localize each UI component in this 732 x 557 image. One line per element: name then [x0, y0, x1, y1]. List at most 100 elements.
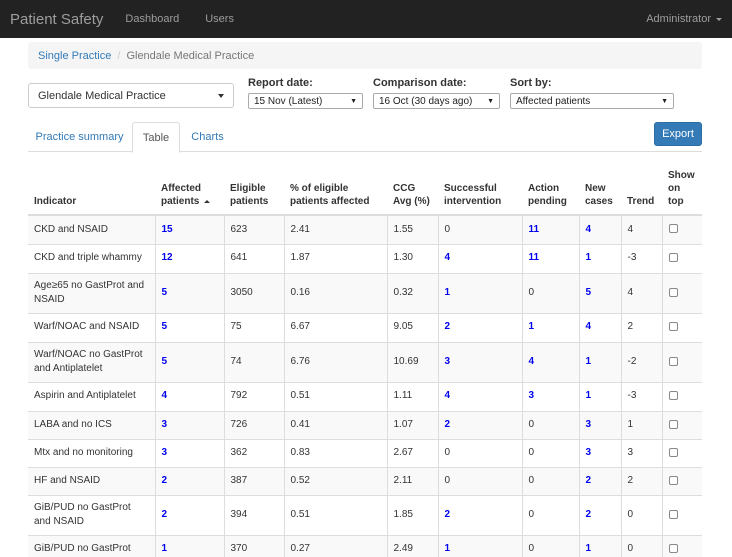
affected-patients-link[interactable]: 2	[162, 509, 168, 520]
new-cases-link[interactable]: 1	[586, 543, 592, 554]
action-pending-cell: 0	[521, 534, 579, 557]
successful-intervention-link[interactable]: 2	[445, 509, 451, 520]
indicator-cell: LABA and no ICS	[28, 410, 155, 439]
tab-practice-summary[interactable]: Practice summary	[28, 122, 131, 152]
report-date-select[interactable]: 15 Nov (Latest) ▼	[248, 93, 363, 109]
show-on-top-cell	[661, 312, 702, 342]
breadcrumb-separator: /	[117, 49, 121, 62]
trend-cell: 4	[620, 272, 662, 313]
header-ccg-avg[interactable]: CCG Avg (%)	[387, 160, 438, 216]
table-row: CKD and triple whammy 12 641 1.87 1.30 4 11 1 -3	[28, 243, 702, 273]
new-cases-link[interactable]: 1	[586, 356, 592, 367]
show-on-top-checkbox[interactable]	[668, 287, 678, 297]
table-row: Aspirin and Antiplatelet 4 792 0.51 1.11 4 3 1 -…	[28, 381, 702, 411]
indicator-cell: HF and NSAID	[28, 466, 155, 495]
show-on-top-checkbox[interactable]	[668, 543, 678, 553]
new-cases-link[interactable]: 4	[586, 224, 592, 235]
successful-intervention-link[interactable]: 1	[445, 287, 451, 298]
action-pending-cell: 0	[521, 494, 579, 535]
successful-intervention-link[interactable]: 1	[445, 543, 451, 554]
successful-intervention-link[interactable]: 4	[445, 390, 451, 401]
affected-patients-link[interactable]: 12	[162, 252, 173, 263]
report-date-label: Report date:	[248, 77, 313, 89]
header-eligible-patients[interactable]: Eligible patients	[224, 160, 284, 216]
show-on-top-checkbox[interactable]	[668, 322, 678, 332]
show-on-top-checkbox[interactable]	[668, 356, 678, 366]
action-pending-link[interactable]: 11	[529, 252, 540, 263]
new-cases-link[interactable]: 1	[586, 252, 592, 263]
affected-patients-link[interactable]: 15	[162, 224, 173, 235]
affected-patients-link[interactable]: 4	[162, 390, 168, 401]
show-on-top-checkbox[interactable]	[668, 509, 678, 519]
show-on-top-checkbox[interactable]	[668, 447, 678, 457]
comparison-date-label: Comparison date:	[373, 77, 467, 89]
new-cases-link[interactable]: 1	[586, 390, 592, 401]
nav-users-link[interactable]: Users	[205, 13, 234, 25]
action-pending-link[interactable]: 4	[529, 356, 535, 367]
comparison-date-select[interactable]: 16 Oct (30 days ago) ▼	[373, 93, 500, 109]
indicator-cell: Warf/NOAC and NSAID	[28, 312, 155, 342]
trend-cell: 2	[620, 312, 662, 342]
action-pending-link[interactable]: 11	[529, 224, 540, 235]
export-button[interactable]: Export	[654, 122, 702, 146]
header-indicator[interactable]: Indicator	[28, 160, 155, 216]
header-affected-patients[interactable]: Affected patients	[155, 160, 224, 216]
indicator-cell: Mtx and no monitoring	[28, 438, 155, 467]
ccg-avg-cell: 9.05	[386, 312, 438, 342]
affected-patients-link[interactable]: 5	[162, 287, 168, 298]
successful-intervention-link[interactable]: 2	[445, 321, 451, 332]
header-trend[interactable]: Trend	[621, 160, 662, 216]
new-cases-link[interactable]: 3	[586, 419, 592, 430]
action-pending-link[interactable]: 3	[529, 390, 535, 401]
affected-patients-link[interactable]: 2	[162, 475, 168, 486]
indicator-table: Indicator Affected patients Eligible pat…	[28, 160, 702, 557]
action-pending-cell: 0	[521, 466, 579, 495]
header-successful-intervention[interactable]: Successful intervention	[438, 160, 522, 216]
indicator-cell: CKD and NSAID	[28, 214, 155, 244]
show-on-top-checkbox[interactable]	[668, 253, 678, 263]
successful-intervention-link[interactable]: 2	[445, 419, 451, 430]
practice-select[interactable]: Glendale Medical Practice	[28, 83, 234, 108]
affected-patients-link[interactable]: 3	[162, 447, 168, 458]
affected-patients-link[interactable]: 1	[162, 543, 168, 554]
eligible-patients-cell: 362	[223, 438, 284, 467]
new-cases-link[interactable]: 2	[586, 475, 592, 486]
affected-patients-link[interactable]: 3	[162, 419, 168, 430]
header-new-cases[interactable]: New cases	[579, 160, 621, 216]
breadcrumb-single-practice-link[interactable]: Single Practice	[38, 50, 111, 62]
header-pct-eligible-affected[interactable]: % of eligible patients affected	[284, 160, 387, 216]
affected-patients-cell: 2	[154, 466, 224, 495]
successful-intervention-link[interactable]: 4	[445, 252, 451, 263]
ccg-avg-cell: 2.67	[386, 438, 438, 467]
tab-charts[interactable]: Charts	[181, 122, 234, 152]
new-cases-link[interactable]: 2	[586, 509, 592, 520]
pct-affected-cell: 0.51	[283, 494, 387, 535]
user-menu[interactable]: Administrator	[646, 13, 722, 25]
successful-intervention-link[interactable]: 3	[445, 356, 451, 367]
nav-dashboard-link[interactable]: Dashboard	[125, 13, 179, 25]
show-on-top-checkbox[interactable]	[668, 419, 678, 429]
affected-patients-link[interactable]: 5	[162, 321, 168, 332]
show-on-top-checkbox[interactable]	[668, 475, 678, 485]
dropdown-arrow-icon: ▼	[487, 97, 494, 105]
header-action-pending[interactable]: Action pending	[522, 160, 579, 216]
eligible-patients-cell: 623	[223, 214, 284, 244]
new-cases-link[interactable]: 3	[586, 447, 592, 458]
chevron-down-icon	[218, 93, 224, 98]
affected-patients-link[interactable]: 5	[162, 356, 168, 367]
sort-by-select[interactable]: Affected patients ▼	[510, 93, 674, 109]
new-cases-cell: 2	[578, 466, 621, 495]
show-on-top-checkbox[interactable]	[668, 224, 678, 234]
new-cases-link[interactable]: 5	[586, 287, 592, 298]
action-pending-link[interactable]: 1	[529, 321, 535, 332]
brand-link[interactable]: Patient Safety	[10, 11, 103, 28]
show-on-top-checkbox[interactable]	[668, 391, 678, 401]
ccg-avg-cell: 1.07	[386, 410, 438, 439]
tab-table[interactable]: Table	[132, 122, 180, 153]
new-cases-cell: 3	[578, 438, 621, 467]
sort-by-value: Affected patients	[516, 95, 591, 107]
trend-cell: 0	[620, 534, 662, 557]
new-cases-link[interactable]: 4	[586, 321, 592, 332]
show-on-top-cell	[661, 381, 702, 411]
trend-cell: 1	[620, 410, 662, 439]
